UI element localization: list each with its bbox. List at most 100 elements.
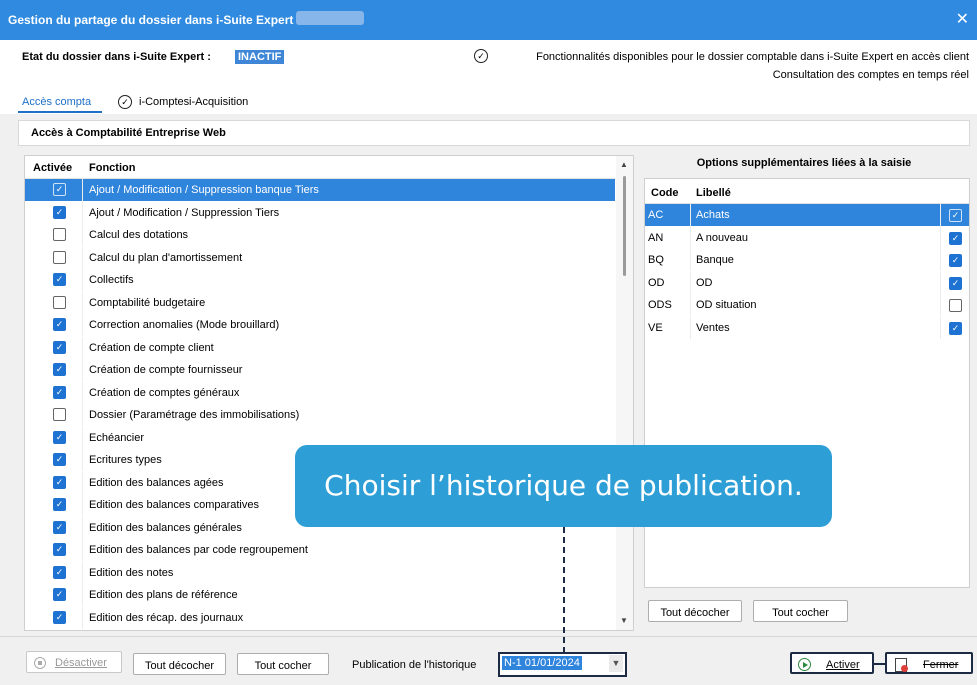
table-row[interactable]: ✓ Edition des notes — [25, 561, 615, 584]
options-uncheck-all-button[interactable]: Tout décocher — [648, 600, 742, 622]
option-checkbox[interactable]: ✓ — [949, 209, 962, 222]
function-checkbox[interactable]: ✓ — [53, 205, 66, 219]
callout-text: Choisir l’historique de publication. — [324, 469, 803, 502]
column-divider — [690, 249, 691, 271]
column-divider — [690, 316, 691, 339]
function-checkbox[interactable]: ✓ — [53, 475, 66, 489]
table-row[interactable]: ✓ Correction anomalies (Mode brouillard) — [25, 314, 615, 336]
list-item[interactable]: BQ Banque ✓ — [645, 249, 969, 271]
function-checkbox[interactable] — [53, 228, 66, 241]
function-checkbox[interactable]: ✓ — [53, 610, 66, 624]
tab-acces-compta[interactable]: Accès compta — [22, 96, 91, 108]
dropdown-arrow-icon[interactable]: ▼ — [609, 655, 623, 672]
list-item[interactable]: AN A nouveau ✓ — [645, 226, 969, 249]
option-libelle: A nouveau — [696, 231, 748, 244]
table-row[interactable]: ✓ Ajout / Modification / Suppression banq… — [25, 179, 615, 201]
table-row[interactable]: ✓ Edition des balances par code regroupem… — [25, 539, 615, 561]
activer-button[interactable]: Activer — [790, 652, 874, 674]
option-checkbox[interactable]: ✓ — [949, 231, 962, 245]
column-header-code: Code — [651, 187, 679, 199]
scrollbar-thumb[interactable] — [623, 176, 626, 276]
fermer-button[interactable]: Fermer — [885, 652, 973, 674]
status-row: Etat du dossier dans i-Suite Expert : IN… — [0, 40, 977, 90]
uncheck-all-button[interactable]: Tout décocher — [133, 653, 226, 675]
close-document-icon — [895, 658, 908, 672]
function-label: Création de compte fournisseur — [89, 364, 243, 376]
function-label: Edition des récap. des journaux — [89, 611, 244, 624]
function-checkbox[interactable]: ✓ — [53, 430, 66, 444]
function-checkbox[interactable]: ✓ — [53, 340, 66, 354]
function-label: Dossier (Paramétrage des immobilisations… — [89, 409, 300, 421]
function-checkbox[interactable] — [53, 250, 66, 264]
table-row[interactable]: ✓ Collectifs — [25, 269, 615, 291]
scroll-up-icon[interactable]: ▲ — [620, 160, 628, 169]
function-checkbox[interactable]: ✓ — [53, 385, 66, 399]
function-checkbox[interactable]: ✓ — [53, 498, 66, 511]
status-badge: INACTIF — [235, 50, 285, 64]
function-label: Edition des notes — [89, 566, 174, 579]
function-label: Edition des balances comparatives — [89, 499, 259, 511]
window-titlebar: Gestion du partage du dossier dans i-Sui… — [0, 0, 977, 40]
check-all-button[interactable]: Tout cocher — [237, 653, 329, 675]
column-divider — [82, 404, 83, 426]
function-checkbox[interactable]: ✓ — [53, 588, 66, 601]
function-checkbox[interactable]: ✓ — [53, 318, 66, 331]
function-label: Edition des balances agées — [89, 476, 224, 489]
desactiver-button[interactable]: Désactiver — [26, 651, 122, 673]
tab-i-acquisition[interactable]: i-Acquisition — [189, 96, 248, 108]
column-divider — [82, 381, 83, 404]
options-header: Options supplémentaires liées à la saisi… — [640, 152, 968, 174]
table-row[interactable]: ✓ Création de compte fournisseur — [25, 359, 615, 381]
scroll-down-icon[interactable]: ▼ — [620, 616, 628, 625]
table-row[interactable]: ✓ Ajout / Modification / Suppression Tier… — [25, 201, 615, 224]
option-checkbox[interactable]: ✓ — [949, 276, 962, 290]
function-checkbox[interactable] — [53, 408, 66, 421]
option-code: VE — [648, 321, 663, 334]
list-item[interactable]: ODS OD situation — [645, 294, 969, 316]
column-divider — [82, 224, 83, 246]
column-divider — [82, 539, 83, 561]
function-checkbox[interactable]: ✓ — [53, 565, 66, 579]
column-divider — [82, 336, 83, 359]
column-divider — [82, 584, 83, 606]
redacted-dossier-name — [296, 11, 364, 25]
function-checkbox[interactable]: ✓ — [53, 273, 66, 286]
column-divider — [82, 201, 83, 224]
table-row[interactable]: ✓ Edition des récap. des journaux — [25, 606, 615, 629]
column-divider — [82, 494, 83, 516]
function-checkbox[interactable]: ✓ — [53, 453, 66, 466]
list-item[interactable]: OD OD ✓ — [645, 271, 969, 294]
option-code: BQ — [648, 254, 664, 266]
function-checkbox[interactable]: ✓ — [53, 520, 66, 534]
table-row[interactable]: Calcul des dotations — [25, 224, 615, 246]
function-checkbox[interactable]: ✓ — [53, 183, 66, 196]
option-code: AC — [648, 209, 664, 221]
table-row[interactable]: Dossier (Paramétrage des immobilisations… — [25, 404, 615, 426]
table-row[interactable]: ✓ Création de comptes généraux — [25, 381, 615, 404]
tab-i-comptes[interactable]: i-Comptes — [139, 96, 189, 108]
column-divider — [82, 246, 83, 269]
check-circle-icon: ✓ — [474, 49, 488, 63]
table-row[interactable]: ✓ Edition des plans de référence — [25, 584, 615, 606]
close-icon[interactable]: ✕ — [956, 9, 969, 29]
table-row[interactable]: Calcul du plan d'amortissement — [25, 246, 615, 269]
options-title: Options supplémentaires liées à la saisi… — [696, 157, 912, 169]
option-checkbox[interactable]: ✓ — [949, 321, 962, 335]
list-item[interactable]: AC Achats ✓ — [645, 204, 969, 226]
list-item[interactable]: VE Ventes ✓ — [645, 316, 969, 339]
check-circle-icon: ✓ — [118, 95, 132, 109]
column-divider — [82, 516, 83, 539]
function-label: Ecritures types — [89, 454, 162, 466]
function-label: Création de compte client — [89, 341, 214, 354]
column-divider — [690, 204, 691, 226]
options-check-all-button[interactable]: Tout cocher — [753, 600, 848, 622]
table-row[interactable]: Comptabilité budgetaire — [25, 291, 615, 314]
function-checkbox[interactable]: ✓ — [53, 363, 66, 376]
function-checkbox[interactable] — [53, 295, 66, 309]
function-checkbox[interactable]: ✓ — [53, 543, 66, 556]
table-row[interactable]: ✓ Création de compte client — [25, 336, 615, 359]
history-select[interactable]: N-1 01/01/2024 ▼ — [498, 652, 627, 677]
function-label: Comptabilité budgetaire — [89, 296, 206, 309]
option-checkbox[interactable]: ✓ — [949, 254, 962, 267]
option-checkbox[interactable] — [949, 299, 962, 312]
